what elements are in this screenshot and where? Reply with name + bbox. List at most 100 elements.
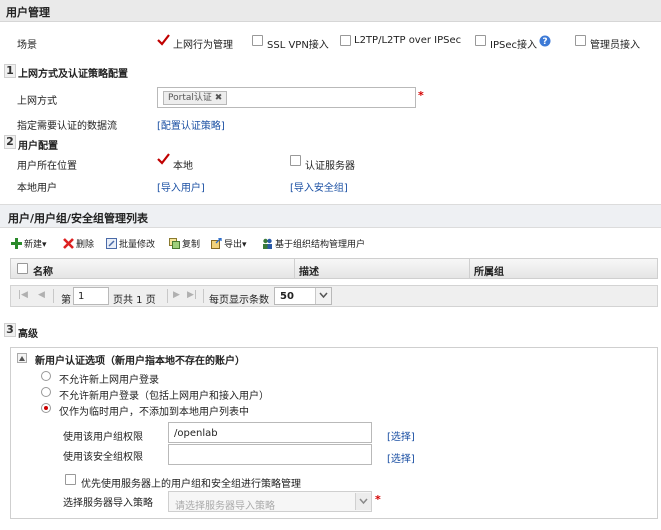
export-button[interactable]: 导出▾ bbox=[211, 237, 247, 250]
per-page-select[interactable]: 50 bbox=[274, 287, 332, 305]
new-button-label: 新建▾ bbox=[24, 240, 47, 250]
chevron-down-icon bbox=[359, 498, 368, 505]
security-group-input[interactable] bbox=[168, 444, 372, 465]
import-policy-placeholder: 请选择服务器导入策略 bbox=[175, 501, 275, 512]
svg-text:?: ? bbox=[542, 37, 547, 47]
access-method-tag: Portal认证 ✖ bbox=[163, 91, 228, 105]
user-list-table-header: 名称 描述 所属组 bbox=[10, 258, 658, 279]
new-user-auth-fieldset: 新用户认证选项（新用户指本地不存在的账户） 不允许新上网用户登录 不允许新用户登… bbox=[10, 347, 658, 519]
radio-deny-new-internet-users[interactable] bbox=[41, 371, 51, 381]
column-description[interactable]: 描述 bbox=[299, 263, 319, 278]
column-divider bbox=[294, 259, 295, 278]
delete-icon bbox=[63, 238, 74, 249]
batch-edit-button-label: 批量修改 bbox=[119, 240, 156, 250]
radio-deny-all-new-users[interactable] bbox=[41, 387, 51, 397]
auth-server-label: 认证服务器 bbox=[305, 161, 355, 172]
first-page-icon[interactable]: |◀ bbox=[18, 290, 28, 300]
batch-edit-button[interactable]: 批量修改 bbox=[106, 237, 155, 250]
page-title: 用户管理 bbox=[6, 6, 50, 19]
copy-button[interactable]: 复制 bbox=[169, 237, 200, 250]
prev-page-icon[interactable]: ◀ bbox=[38, 290, 45, 300]
scene-l2tp-checkbox[interactable] bbox=[340, 35, 351, 46]
select-all-checkbox[interactable] bbox=[17, 263, 28, 274]
chevron-down-icon bbox=[319, 292, 328, 299]
local-option-label: 本地 bbox=[173, 161, 193, 172]
section-1-title: 上网方式及认证策略配置 bbox=[18, 69, 128, 80]
local-user-label: 本地用户 bbox=[17, 183, 57, 194]
collapse-up-icon bbox=[19, 356, 25, 361]
access-method-label: 上网方式 bbox=[17, 96, 57, 107]
pager-divider bbox=[167, 289, 168, 303]
last-page-icon[interactable]: ▶| bbox=[187, 290, 197, 300]
radio-label-deny-all: 不允许新用户登录（包括上网用户和接入用户） bbox=[59, 391, 269, 402]
access-method-field[interactable]: Portal认证 ✖ bbox=[157, 87, 416, 108]
org-users-icon bbox=[263, 238, 272, 249]
org-manage-button-label: 基于组织结构管理用户 bbox=[275, 240, 366, 250]
required-marker: * bbox=[375, 493, 381, 506]
scene-option-ssl: SSL VPN接入 bbox=[267, 40, 329, 51]
scene-option-behavior: 上网行为管理 bbox=[173, 40, 233, 51]
export-button-label: 导出▾ bbox=[224, 240, 247, 250]
dropdown-button[interactable] bbox=[315, 288, 331, 304]
configure-auth-policy-link[interactable]: [配置认证策略] bbox=[157, 117, 225, 132]
pager-divider bbox=[203, 289, 204, 303]
delete-button[interactable]: 删除 bbox=[63, 237, 94, 250]
import-policy-dropdown-button[interactable] bbox=[355, 493, 371, 510]
local-checkmark-icon[interactable] bbox=[157, 153, 170, 165]
page-number-input[interactable]: 1 bbox=[73, 287, 109, 305]
import-policy-select[interactable]: 请选择服务器导入策略 bbox=[168, 491, 372, 512]
user-group-select-link[interactable]: [选择] bbox=[387, 428, 415, 443]
access-method-tag-label: Portal认证 bbox=[168, 93, 212, 103]
list-panel-title: 用户/用户组/安全组管理列表 bbox=[8, 212, 149, 225]
user-location-label: 用户所在位置 bbox=[17, 161, 77, 172]
import-policy-label: 选择服务器导入策略 bbox=[63, 498, 153, 509]
auth-flow-label: 指定需要认证的数据流 bbox=[17, 121, 117, 132]
scene-ipsec-checkbox[interactable] bbox=[475, 35, 486, 46]
fieldset-title: 新用户认证选项（新用户指本地不存在的账户） bbox=[35, 356, 245, 367]
radio-label-temporary: 仅作为临时用户，不添加到本地用户列表中 bbox=[59, 407, 249, 418]
header-bar: 用户管理 bbox=[0, 0, 661, 22]
section-3-title: 高级 bbox=[18, 329, 38, 340]
scene-label: 场景 bbox=[17, 40, 37, 51]
pager: |◀ ◀ 第 1 页共 1 页 ▶ ▶| 每页显示条数 50 bbox=[10, 285, 658, 307]
list-toolbar: 新建▾ 删除 批量修改 复制 导出▾ 基于组织结构管理用户 bbox=[0, 229, 661, 257]
prefer-server-groups-label: 优先使用服务器上的用户组和安全组进行策略管理 bbox=[81, 479, 301, 490]
per-page-label: 每页显示条数 bbox=[209, 295, 269, 306]
import-users-link[interactable]: [导入用户] bbox=[157, 179, 205, 194]
radio-label-deny-internet: 不允许新上网用户登录 bbox=[59, 375, 159, 386]
scene-option-l2tp: L2TP/L2TP over IPSec bbox=[354, 35, 462, 46]
page-label: 第 bbox=[61, 295, 71, 306]
next-page-icon[interactable]: ▶ bbox=[173, 290, 180, 300]
scene-admin-checkbox[interactable] bbox=[575, 35, 586, 46]
section-3-number: 3 bbox=[4, 323, 16, 337]
scene-option-ipsec: IPSec接入 bbox=[490, 40, 537, 51]
prefer-server-groups-checkbox[interactable] bbox=[65, 474, 76, 485]
security-group-select-link[interactable]: [选择] bbox=[387, 450, 415, 465]
section-2-number: 2 bbox=[4, 135, 16, 149]
page-number-value: 1 bbox=[78, 291, 85, 302]
column-divider bbox=[469, 259, 470, 278]
column-name[interactable]: 名称 bbox=[33, 263, 53, 278]
remove-tag-icon[interactable]: ✖ bbox=[215, 93, 223, 103]
question-icon[interactable]: ? bbox=[539, 35, 551, 47]
user-group-input[interactable]: /openlab bbox=[168, 422, 372, 443]
column-group[interactable]: 所属组 bbox=[474, 263, 504, 278]
security-group-label: 使用该安全组权限 bbox=[63, 452, 143, 463]
page-total: 页共 1 页 bbox=[113, 295, 156, 306]
new-button[interactable]: 新建▾ bbox=[11, 237, 47, 250]
checkmark-icon[interactable] bbox=[157, 34, 170, 46]
radio-temporary-user[interactable] bbox=[41, 403, 51, 413]
org-manage-button[interactable]: 基于组织结构管理用户 bbox=[262, 237, 365, 250]
copy-button-label: 复制 bbox=[182, 240, 201, 250]
collapse-toggle[interactable] bbox=[17, 353, 27, 363]
section-1-number: 1 bbox=[4, 64, 16, 78]
section-2-title: 用户配置 bbox=[18, 141, 58, 152]
copy-icon bbox=[169, 238, 180, 249]
import-security-groups-link[interactable]: [导入安全组] bbox=[290, 179, 348, 194]
export-icon bbox=[211, 238, 222, 249]
delete-button-label: 删除 bbox=[76, 240, 95, 250]
pager-divider bbox=[53, 289, 54, 303]
list-panel-header: 用户/用户组/安全组管理列表 bbox=[0, 204, 661, 228]
auth-server-checkbox[interactable] bbox=[290, 155, 301, 166]
scene-ssl-vpn-checkbox[interactable] bbox=[252, 35, 263, 46]
